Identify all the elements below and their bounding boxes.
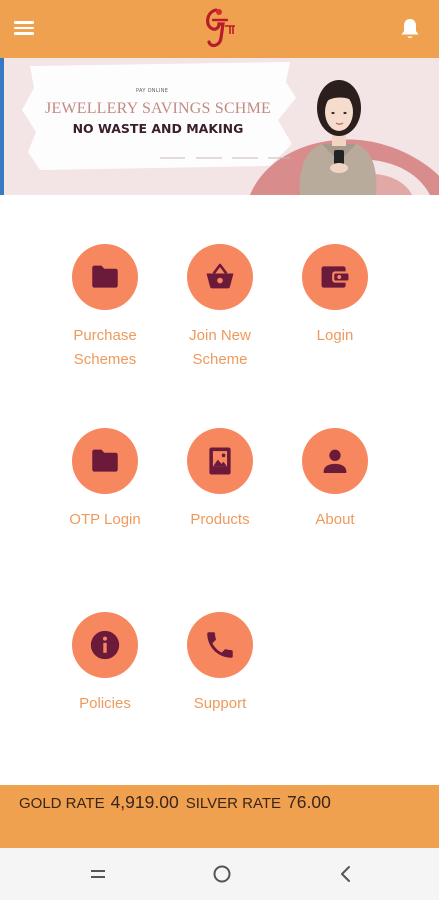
- menu-item-label: Products: [190, 511, 250, 528]
- menu-grid: Purchase Schemes Join New Scheme Login O…: [0, 195, 439, 785]
- bell-icon[interactable]: [399, 17, 421, 41]
- silver-rate-label: SILVER RATE: [185, 795, 282, 812]
- menu-item-circle: [72, 244, 138, 310]
- rates-bar: GOLD RATE 4,919.00 SILVER RATE 76.00: [0, 785, 439, 848]
- image-book-icon: [209, 447, 231, 475]
- recents-icon[interactable]: [84, 862, 112, 886]
- gold-rate-label: GOLD RATE: [19, 795, 105, 812]
- menu-item-circle: [302, 428, 368, 494]
- folder-icon: [92, 449, 118, 472]
- promo-banner[interactable]: PAY ONLINE JEWELLERY SAVINGS SCHME NO WA…: [0, 58, 439, 195]
- banner-subtitle: NO WASTE AND MAKING: [72, 121, 244, 136]
- home-circle-icon[interactable]: [208, 862, 236, 886]
- menu-item-purchase-schemes[interactable]: Purchase Schemes: [50, 244, 160, 384]
- menu-item-circle: [187, 428, 253, 494]
- menu-item-login[interactable]: Login: [280, 244, 390, 384]
- menu-item-label: About: [315, 511, 355, 528]
- menu-item-circle: [187, 244, 253, 310]
- back-chevron-icon[interactable]: [332, 862, 360, 886]
- banner-title: JEWELLERY SAVINGS SCHME: [45, 100, 271, 117]
- folder-icon: [92, 265, 118, 288]
- menu-item-otp-login[interactable]: OTP Login: [50, 428, 160, 568]
- person-icon: [323, 449, 347, 474]
- menu-item-support[interactable]: Support: [165, 612, 275, 752]
- menu-item-label: Support: [193, 695, 247, 712]
- menu-item-circle: [187, 612, 253, 678]
- menu-item-label: Purchase Schemes: [73, 327, 137, 368]
- hamburger-menu-icon[interactable]: [12, 18, 36, 40]
- silver-rate-value: 76.00: [287, 792, 331, 812]
- info-icon: [90, 630, 120, 660]
- menu-item-about[interactable]: About: [280, 428, 390, 568]
- basket-icon: [206, 263, 234, 289]
- menu-item-label: Policies: [79, 695, 131, 712]
- menu-item-circle: [72, 428, 138, 494]
- menu-item-circle: [302, 244, 368, 310]
- rates-line: GOLD RATE 4,919.00 SILVER RATE 76.00: [19, 792, 338, 813]
- menu-item-label: Login: [316, 327, 354, 344]
- phone-icon: [207, 632, 233, 658]
- top-app-bar: [0, 0, 439, 58]
- menu-item-label: OTP Login: [69, 511, 141, 528]
- system-navigation-bar: [0, 848, 439, 900]
- menu-item-circle: [72, 612, 138, 678]
- app-screen: PAY ONLINE JEWELLERY SAVINGS SCHME NO WA…: [0, 0, 439, 900]
- banner-kicker: PAY ONLINE: [136, 88, 169, 94]
- wallet-icon: [321, 266, 349, 288]
- menu-item-join-new-scheme[interactable]: Join New Scheme: [165, 244, 275, 384]
- gold-rate-value: 4,919.00: [110, 792, 179, 812]
- brand-logo-icon[interactable]: [199, 6, 239, 52]
- menu-item-label: Join New Scheme: [189, 327, 251, 368]
- menu-item-policies[interactable]: Policies: [50, 612, 160, 752]
- menu-item-products[interactable]: Products: [165, 428, 275, 568]
